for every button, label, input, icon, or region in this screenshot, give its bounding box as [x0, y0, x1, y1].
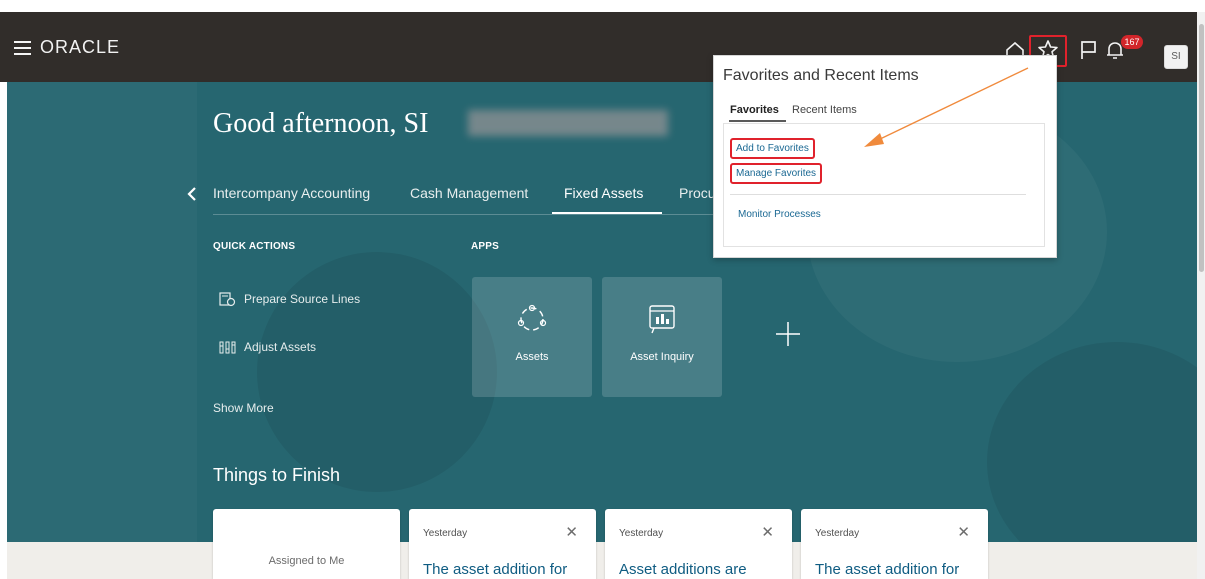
notification-count-badge: 167 — [1121, 35, 1143, 49]
favorites-recent-items-panel: Favorites and Recent Items Favorites Rec… — [713, 55, 1057, 258]
assigned-to-me-card[interactable]: Assigned to Me — [213, 509, 400, 579]
adjust-sliders-icon — [219, 341, 236, 354]
tab-procurement[interactable]: Procu — [679, 185, 716, 201]
scrollbar-thumb[interactable] — [1199, 24, 1204, 272]
top-strip — [0, 0, 1205, 12]
hero-pattern — [7, 82, 197, 542]
app-tile-assets[interactable]: Assets — [472, 277, 592, 397]
panel-title: Favorites and Recent Items — [723, 67, 919, 84]
add-to-favorites-link[interactable]: Add to Favorites — [730, 138, 815, 159]
manage-favorites-link[interactable]: Manage Favorites — [730, 163, 823, 184]
tab-intercompany-accounting[interactable]: Intercompany Accounting — [213, 185, 370, 201]
task-card[interactable]: Yesterday ✕ The asset addition for — [801, 509, 988, 579]
quick-action-prepare-source-lines[interactable]: Prepare Source Lines — [219, 292, 360, 307]
things-to-finish-heading: Things to Finish — [213, 465, 341, 485]
oracle-logo[interactable]: ORACLE — [40, 37, 120, 58]
hero-decor — [257, 252, 497, 492]
task-card-title[interactable]: The asset addition for — [423, 561, 567, 578]
asset-inquiry-chart-icon — [649, 305, 675, 334]
apps-heading: APPS — [471, 241, 500, 252]
assets-cycle-icon — [517, 304, 547, 331]
quick-action-label: Adjust Assets — [244, 340, 317, 354]
chevron-left-icon[interactable] — [185, 186, 199, 202]
monitor-processes-link[interactable]: Monitor Processes — [734, 206, 825, 223]
page-background-band — [7, 542, 1197, 579]
task-card[interactable]: Yesterday ✕ The asset addition for — [409, 509, 596, 579]
app-tile-label: Assets — [515, 351, 549, 363]
divider — [730, 194, 1026, 195]
app-tile-label: Asset Inquiry — [630, 351, 694, 363]
task-card-date: Yesterday — [423, 528, 468, 539]
task-card-title[interactable]: The asset addition for — [815, 561, 959, 578]
task-card[interactable]: Yesterday ✕ Asset additions are — [605, 509, 792, 579]
task-card-date: Yesterday — [815, 528, 860, 539]
hero-decor — [987, 342, 1197, 542]
quick-action-label: Prepare Source Lines — [244, 292, 361, 306]
active-tab-indicator — [552, 212, 662, 214]
show-more-link[interactable]: Show More — [213, 401, 274, 415]
greeting-text: Good afternoon, SI — [213, 108, 429, 139]
quick-action-adjust-assets[interactable]: Adjust Assets — [219, 340, 316, 355]
quick-actions-heading: QUICK ACTIONS — [213, 241, 296, 252]
redacted-name — [468, 110, 668, 136]
tab-favorites[interactable]: Favorites — [730, 104, 779, 116]
app-tile-asset-inquiry[interactable]: Asset Inquiry — [602, 277, 722, 397]
task-card-title[interactable]: Asset additions are — [619, 561, 747, 578]
task-card-date: Yesterday — [619, 528, 664, 539]
watchlist-flag-icon[interactable] — [1076, 38, 1100, 62]
active-tab-indicator — [729, 120, 786, 122]
close-icon[interactable]: ✕ — [565, 523, 578, 541]
tab-cash-management[interactable]: Cash Management — [410, 185, 528, 201]
document-gear-icon — [219, 292, 236, 307]
add-app-plus-icon[interactable] — [774, 320, 802, 348]
tab-fixed-assets[interactable]: Fixed Assets — [564, 185, 643, 201]
close-icon[interactable]: ✕ — [761, 523, 774, 541]
menu-icon[interactable] — [14, 41, 31, 55]
user-avatar[interactable]: SI — [1164, 45, 1188, 69]
tabs-divider — [213, 214, 723, 215]
close-icon[interactable]: ✕ — [957, 523, 970, 541]
assigned-to-me-label: Assigned to Me — [268, 555, 345, 567]
tab-recent-items[interactable]: Recent Items — [792, 104, 857, 116]
